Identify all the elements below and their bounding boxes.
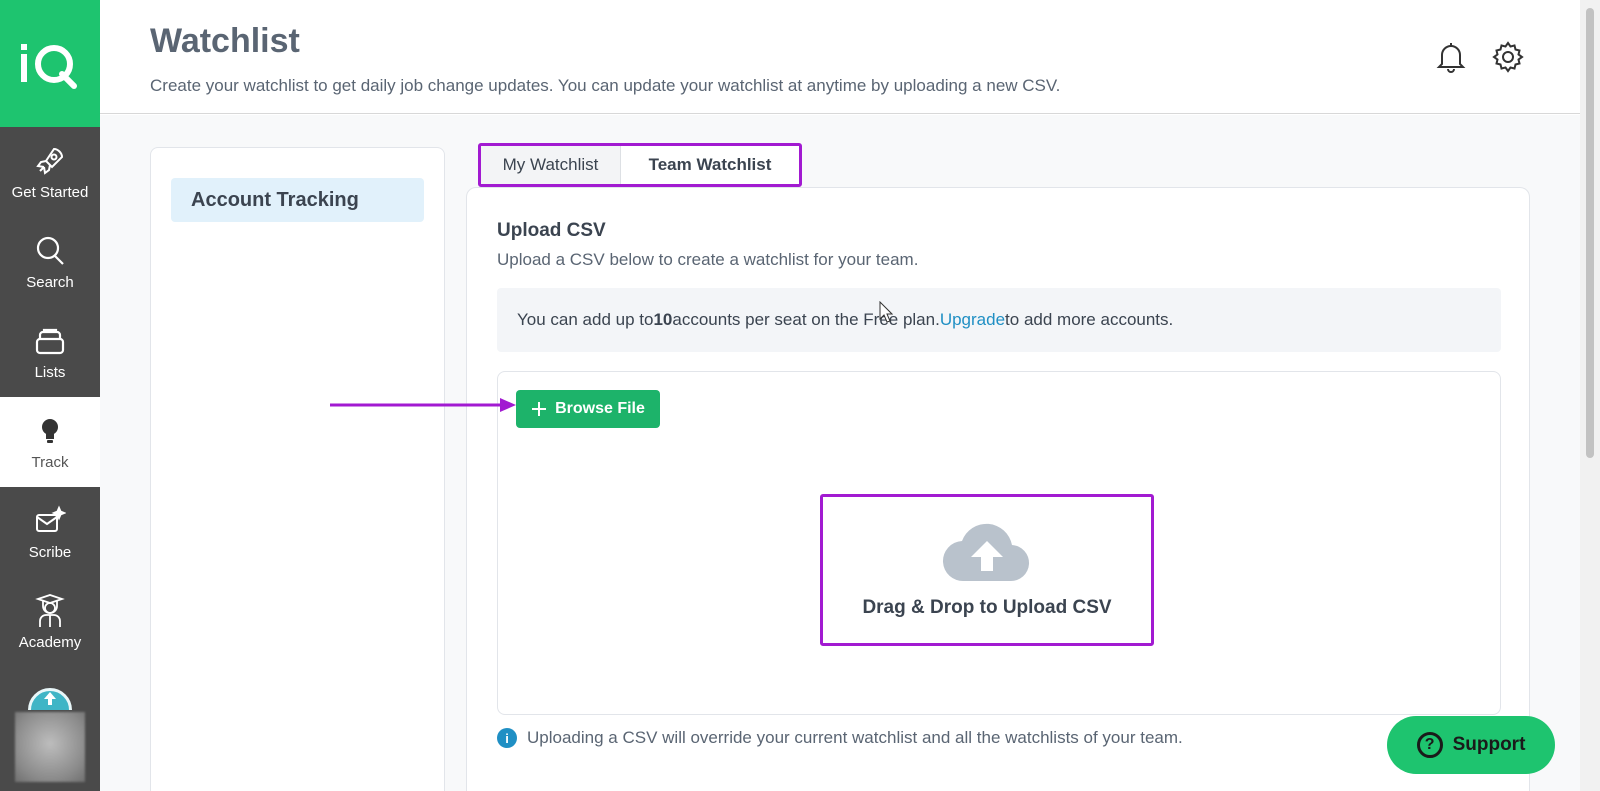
mouse-cursor-icon	[879, 301, 893, 323]
support-label: Support	[1452, 734, 1526, 755]
mail-sparkle-icon	[33, 504, 67, 538]
upgrade-link[interactable]: Upgrade	[940, 310, 1005, 330]
sidebar-item-label: Academy	[18, 633, 82, 651]
avatar[interactable]	[15, 712, 85, 782]
sidebar-item-label: Lists	[34, 363, 66, 381]
notice-count: 10	[653, 310, 673, 329]
override-warning-text: Uploading a CSV will override your curre…	[527, 728, 1183, 747]
browse-file-button[interactable]: Browse File	[516, 390, 660, 428]
arrow-up-icon	[44, 692, 56, 705]
search-icon	[33, 234, 67, 268]
page-subtitle: Create your watchlist to get daily job c…	[150, 76, 1061, 95]
support-button[interactable]: ? Support	[1387, 716, 1555, 774]
page-scrollbar[interactable]	[1580, 0, 1600, 791]
left-panel: Account Tracking	[150, 147, 445, 791]
help-icon: ?	[1416, 732, 1443, 758]
drop-area[interactable]: Browse File Drag & Drop to Upload CSV	[497, 371, 1501, 715]
sidebar-item-label: Get Started	[11, 183, 89, 201]
notice-middle: accounts per seat on the Free plan.	[672, 310, 940, 329]
sidebar-item-label: Scribe	[28, 543, 72, 561]
annotation-arrow-icon	[330, 398, 516, 412]
graduate-icon	[33, 593, 67, 628]
sidebar-item-track[interactable]: Track	[0, 397, 100, 487]
scrollbar-thumb[interactable]	[1586, 8, 1594, 458]
tab-my-watchlist[interactable]: My Watchlist	[481, 146, 621, 184]
main-content: Account Tracking My Watchlist Team Watch…	[100, 115, 1580, 791]
override-warning: i Uploading a CSV will override your cur…	[497, 728, 1183, 748]
upload-subtitle: Upload a CSV below to create a watchlist…	[497, 250, 919, 269]
sidebar-item-search[interactable]: Search	[0, 217, 100, 307]
drag-drop-label: Drag & Drop to Upload CSV	[862, 597, 1112, 618]
page-header: Watchlist Create your watchlist to get d…	[100, 0, 1580, 114]
browse-file-label: Browse File	[555, 400, 645, 417]
rocket-icon	[33, 144, 67, 178]
tab-team-watchlist[interactable]: Team Watchlist	[621, 146, 799, 184]
stack-icon	[33, 324, 67, 358]
sidebar-item-get-started[interactable]: Get Started	[0, 127, 100, 217]
cloud-upload-icon	[942, 523, 1030, 582]
bell-icon[interactable]	[1434, 40, 1468, 74]
iq-logo-icon	[21, 43, 77, 89]
sidebar-upload-button[interactable]	[28, 688, 72, 710]
sidebar-item-account-tracking[interactable]: Account Tracking	[171, 178, 424, 222]
watchlist-tabs: My Watchlist Team Watchlist	[478, 143, 802, 187]
info-icon: i	[497, 728, 517, 748]
drag-drop-target[interactable]: Drag & Drop to Upload CSV	[820, 494, 1154, 646]
notice-prefix: You can add up to	[517, 310, 654, 329]
sidebar-item-academy[interactable]: Academy	[0, 577, 100, 667]
plus-icon	[532, 402, 547, 416]
sidebar-item-label: Search	[26, 273, 74, 291]
plan-notice: You can add up to 10 accounts per seat o…	[497, 288, 1501, 352]
page-title: Watchlist	[150, 22, 300, 60]
sidebar-item-scribe[interactable]: Scribe	[0, 487, 100, 577]
notice-suffix: to add more accounts.	[1005, 310, 1174, 329]
logo[interactable]	[0, 0, 100, 127]
gear-icon[interactable]	[1491, 40, 1525, 74]
upload-title: Upload CSV	[497, 220, 606, 241]
lightbulb-icon	[33, 414, 67, 448]
upload-card: Upload CSV Upload a CSV below to create …	[466, 187, 1530, 791]
sidebar: Get Started Search Lists Track Scribe Ac…	[0, 0, 100, 791]
sidebar-item-lists[interactable]: Lists	[0, 307, 100, 397]
sidebar-item-label: Track	[31, 453, 69, 471]
